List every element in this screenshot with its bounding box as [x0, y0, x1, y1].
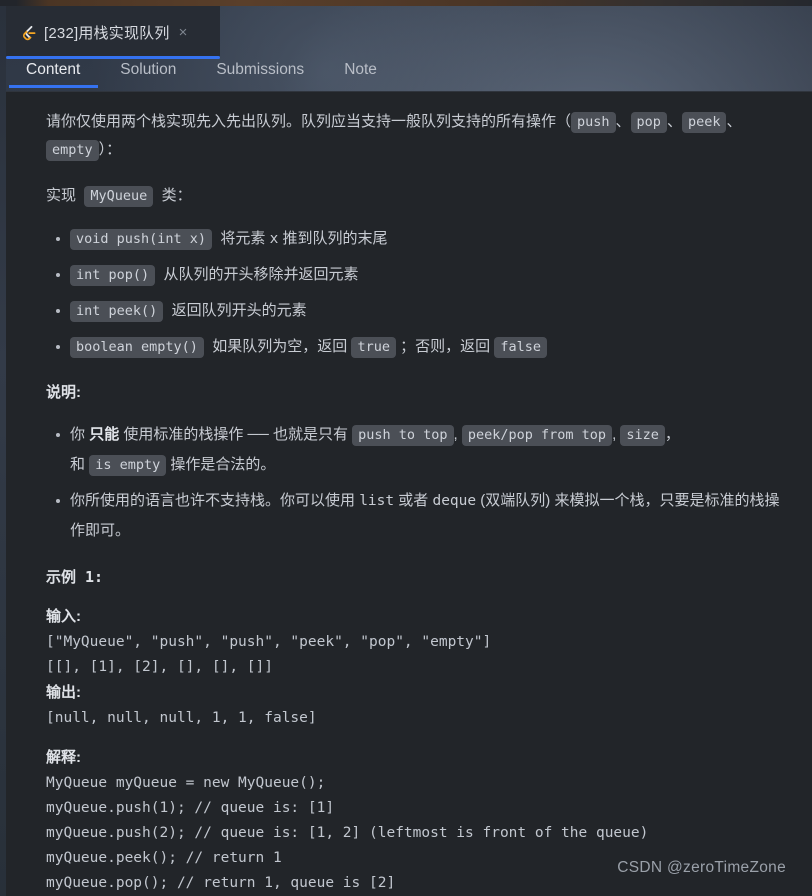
close-icon[interactable]: × — [179, 25, 188, 40]
intro-text-1: 请你仅使用两个栈实现先入先出队列。队列应当支持一般队列支持的所有操作（ — [46, 113, 572, 130]
method-desc-after: 推到队列的末尾 — [282, 230, 388, 247]
method-desc-before: 将元素 — [220, 230, 266, 247]
code-peek-pop-from-top: peek/pop from top — [461, 425, 613, 446]
explain-line-1: MyQueue myQueue = new MyQueue(); — [46, 775, 326, 791]
list-item: 你所使用的语言也许不支持栈。你可以使用 list 或者 deque (双端队列)… — [56, 486, 786, 546]
list-item: int peek() 返回队列开头的元素 — [56, 296, 786, 326]
method-desc-before: 如果队列为空，返回 — [212, 338, 348, 355]
notes-list: 你 只能 使用标准的栈操作 ── 也就是只有 push to top, peek… — [46, 420, 786, 546]
example-heading: 示例 1: — [46, 568, 104, 586]
code-signature-pop: int pop() — [70, 265, 156, 286]
list-item: 你 只能 使用标准的栈操作 ── 也就是只有 push to top, peek… — [56, 420, 786, 480]
input-line-1: ["MyQueue", "push", "push", "peek", "pop… — [46, 634, 492, 650]
problem-content-panel[interactable]: 请你仅使用两个栈实现先入先出队列。队列应当支持一般队列支持的所有操作（ push、… — [6, 92, 812, 896]
tab-solution[interactable]: Solution — [120, 59, 176, 79]
list-item: boolean empty() 如果队列为空，返回 true ；否则，返回 fa… — [56, 332, 786, 362]
watermark: CSDN @zeroTimeZone — [617, 859, 786, 876]
code-signature-peek: int peek() — [70, 301, 164, 322]
code-signature-push: void push(int x) — [70, 229, 213, 250]
code-list: list — [359, 493, 395, 509]
code-push-to-top: push to top — [352, 425, 454, 446]
output-line-1: [null, null, null, 1, 1, false] — [46, 710, 317, 726]
code-pop: pop — [630, 112, 667, 133]
tab-submissions[interactable]: Submissions — [216, 59, 304, 79]
method-desc: 返回队列开头的元素 — [171, 302, 307, 319]
intro-sep-2: 、 — [666, 113, 682, 130]
implement-prefix: 实现 — [46, 187, 77, 204]
code-empty: empty — [46, 140, 99, 161]
note1-comma2: , — [612, 426, 617, 443]
code-signature-empty: boolean empty() — [70, 337, 204, 358]
app-window: [232]用栈实现队列 × Content Solution Submissio… — [0, 0, 812, 896]
code-peek: peek — [681, 112, 727, 133]
tab-title: [232]用栈实现队列 — [44, 24, 170, 42]
code-false: false — [494, 337, 547, 358]
code-push: push — [571, 112, 616, 133]
code-is-empty: is empty — [89, 455, 167, 476]
intro-sep-1: 、 — [615, 113, 631, 130]
editor-tab-problem[interactable]: [232]用栈实现队列 × — [6, 6, 220, 58]
tab-content[interactable]: Content — [8, 59, 99, 88]
note2-p2: 或者 — [398, 492, 429, 509]
note1-bold: 只能 — [89, 426, 120, 443]
implement-suffix: 类： — [161, 187, 192, 204]
tab-strip: [232]用栈实现队列 × — [6, 6, 812, 58]
intro-sep-3: 、 — [726, 113, 742, 130]
code-myqueue: MyQueue — [84, 186, 154, 207]
note1-comma1: , — [453, 426, 458, 443]
leetcode-logo-icon — [20, 24, 37, 41]
intro-text-2: ）： — [98, 141, 122, 158]
output-label: 输出: — [46, 684, 81, 701]
method-desc: 从队列的开头移除并返回元素 — [163, 266, 359, 283]
problem-intro-paragraph: 请你仅使用两个栈实现先入先出队列。队列应当支持一般队列支持的所有操作（ push、… — [46, 108, 786, 164]
example-input-block: 输入: ["MyQueue", "push", "push", "peek", … — [46, 604, 786, 731]
note1-p2: 使用标准的栈操作 ── 也就是只有 — [123, 426, 348, 443]
method-list: void push(int x) 将元素 x 推到队列的末尾 int pop()… — [46, 224, 786, 362]
list-item: void push(int x) 将元素 x 推到队列的末尾 — [56, 224, 786, 254]
explain-line-2: myQueue.push(1); // queue is: [1] — [46, 800, 335, 816]
subtab-bar: Content Solution Submissions Note — [6, 59, 812, 92]
input-label: 输入: — [46, 608, 81, 625]
explain-label: 解释: — [46, 749, 81, 766]
code-deque: deque — [432, 493, 477, 509]
code-arg-x: x — [269, 231, 279, 247]
tab-note[interactable]: Note — [344, 59, 377, 79]
note1-p1: 你 — [70, 426, 86, 443]
code-true: true — [351, 337, 396, 358]
note1-p4: 操作是合法的。 — [170, 456, 276, 473]
list-item: int pop() 从队列的开头移除并返回元素 — [56, 260, 786, 290]
explain-line-5: myQueue.pop(); // return 1, queue is [2] — [46, 875, 396, 891]
explain-line-3: myQueue.push(2); // queue is: [1, 2] (le… — [46, 825, 649, 841]
code-size: size — [620, 425, 665, 446]
notes-heading: 说明: — [46, 384, 81, 401]
method-desc-mid: ；否则，返回 — [400, 338, 491, 355]
note2-p1: 你所使用的语言也许不支持栈。你可以使用 — [70, 492, 356, 509]
implement-line: 实现 MyQueue 类： — [46, 182, 786, 210]
explain-line-4: myQueue.peek(); // return 1 — [46, 850, 282, 866]
input-line-2: [[], [1], [2], [], [], []] — [46, 659, 273, 675]
